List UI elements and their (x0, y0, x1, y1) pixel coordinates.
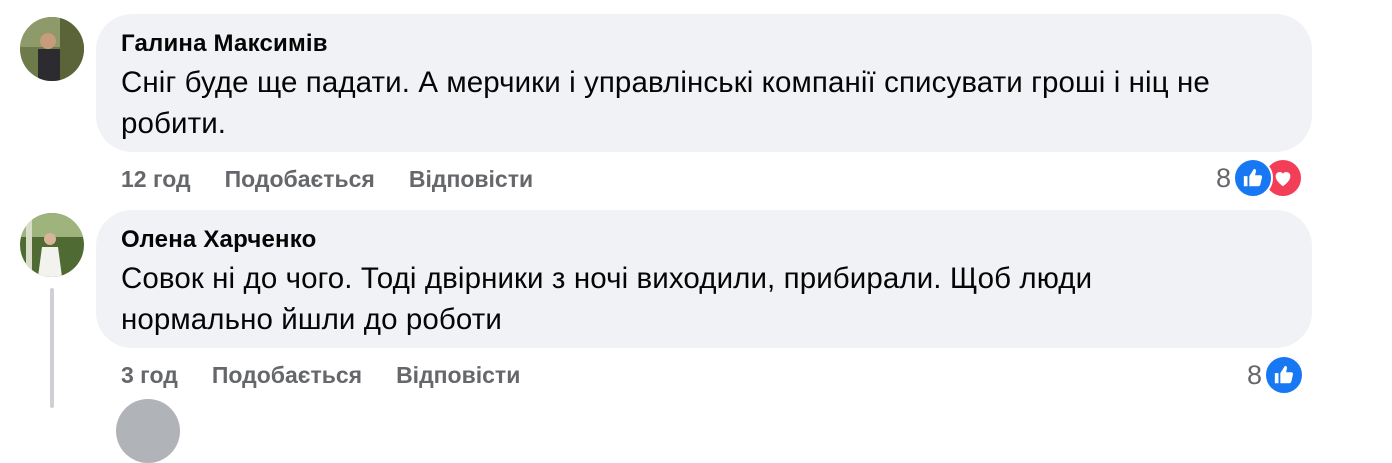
reaction-count: 8 (1216, 162, 1232, 193)
comment-text-line: нормально йшли до роботи (121, 303, 502, 336)
comment-time[interactable]: 3 год (121, 362, 178, 389)
avatar[interactable] (116, 399, 180, 463)
reactions-summary[interactable]: 8 (1216, 158, 1304, 198)
comment-author[interactable]: Галина Максимів (121, 30, 1286, 58)
comment-bubble: Олена Харченко Совок ні до чого. Тоді дв… (96, 210, 1312, 348)
thread-line (50, 288, 54, 408)
reactions-summary[interactable]: 8 (1247, 355, 1305, 395)
comment-author[interactable]: Олена Харченко (121, 226, 1286, 254)
like-button[interactable]: Подобається (225, 166, 375, 193)
comment-text-line: Совок ні до чого. Тоді двірники з ночі в… (121, 262, 1093, 295)
avatar[interactable] (20, 213, 84, 277)
reply-button[interactable]: Відповісти (396, 362, 520, 389)
comment-actions: 12 год Подобається Відповісти (121, 166, 567, 193)
comment-actions: 3 год Подобається Відповісти (121, 362, 554, 389)
like-icon (1264, 355, 1305, 395)
reaction-count: 8 (1247, 359, 1263, 390)
reply-button[interactable]: Відповісти (409, 166, 533, 193)
comment-time[interactable]: 12 год (121, 166, 191, 193)
comment-text-line: робити. (121, 107, 227, 140)
comment-text-line: Сніг буде ще падати. А мерчики і управлі… (121, 66, 1210, 99)
comment-bubble: Галина Максимів Сніг буде ще падати. А м… (96, 14, 1312, 152)
comment-text: Совок ні до чого. Тоді двірники з ночі в… (121, 258, 1286, 340)
avatar[interactable] (20, 17, 84, 81)
comment-text: Сніг буде ще падати. А мерчики і управлі… (121, 62, 1286, 144)
like-icon (1233, 158, 1274, 198)
like-button[interactable]: Подобається (212, 362, 362, 389)
